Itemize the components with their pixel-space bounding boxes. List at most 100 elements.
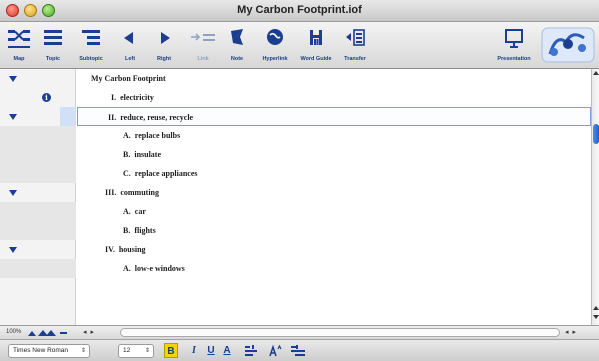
outline-topic-row[interactable]: IV. housing [77, 240, 591, 259]
toolbar-label: Subtopic [79, 56, 103, 62]
scroll-up-arrow-icon[interactable] [593, 306, 599, 310]
toolbar-left-button[interactable]: Left [116, 24, 144, 67]
hyperlink-icon [267, 29, 283, 45]
toolbar-label: Word Guide [300, 56, 332, 62]
font-size-value: 12 [123, 347, 131, 354]
toolbar-presentation-button[interactable]: Presentation [492, 24, 536, 67]
gutter-row [0, 183, 76, 202]
outline-topic-number: A. [123, 264, 131, 273]
outline-topic-text: car [134, 207, 146, 216]
outline-topic-number: C. [123, 169, 131, 178]
text-color-button[interactable]: A [222, 343, 232, 358]
font-family-select[interactable]: Times New Roman ⇕ [8, 344, 90, 358]
zoom-level[interactable]: 100% [6, 329, 21, 335]
outline-subtopic-row[interactable]: A. car [77, 202, 591, 221]
text-size-icon[interactable] [268, 344, 282, 358]
outline-topic-row[interactable]: I. electricity [77, 88, 591, 107]
gutter-row [0, 221, 76, 240]
vertical-scroll-thumb[interactable] [593, 124, 599, 144]
note-icon [231, 29, 243, 45]
toolbar-label: Link [197, 56, 209, 62]
gutter-row [0, 259, 76, 278]
outline-topic-text: housing [118, 245, 146, 254]
outline-topic-text: flights [134, 226, 156, 235]
horizontal-scrollbar[interactable] [120, 328, 560, 337]
gutter-row [0, 145, 76, 164]
outline-topic-text: reduce, reuse, recycle [120, 113, 194, 122]
chevron-updown-icon: ⇕ [80, 348, 86, 354]
word-guide-icon [310, 30, 322, 45]
collapse-triangle-icon[interactable] [9, 190, 17, 196]
format-bar: Times New Roman ⇕ 12 ⇕ B I U A [0, 339, 599, 361]
toolbar-label: Topic [45, 56, 61, 62]
outline-topic-row[interactable]: III. commuting [77, 183, 591, 202]
chevron-updown-icon: ⇕ [144, 348, 150, 354]
zoom-minus-icon[interactable] [60, 332, 67, 334]
underline-button[interactable]: U [206, 343, 216, 358]
toolbar-topic-button[interactable]: Topic [38, 24, 68, 67]
toolbar: Map Topic Subtopic Left Right Link Note … [0, 22, 599, 69]
outline-topic-number: A. [123, 207, 131, 216]
toolbar-transfer-button[interactable]: Transfer [338, 24, 372, 67]
scroll-up-arrow-icon[interactable] [593, 71, 599, 75]
toolbar-note-button[interactable]: Note [222, 24, 252, 67]
outline-gutter: i [0, 69, 76, 325]
gutter-row [0, 164, 76, 183]
outline-subtopic-row[interactable]: B. insulate [77, 145, 591, 164]
text-align-icon[interactable] [244, 344, 258, 358]
note-indicator-icon[interactable]: i [42, 93, 51, 102]
outline-topic-number: I. [111, 93, 117, 102]
toolbar-right-button[interactable]: Right [150, 24, 178, 67]
gutter-row: i [0, 88, 76, 107]
font-family-value: Times New Roman [13, 347, 69, 354]
indent-icon[interactable] [290, 344, 306, 358]
horizontal-scroll-arrows-right[interactable]: ◂ ▸ [565, 328, 577, 336]
outline-topic-row-selected[interactable]: II. reduce, reuse, recycle [77, 107, 591, 126]
outline-topic-number: B. [123, 150, 131, 159]
scroll-down-arrow-icon[interactable] [593, 315, 599, 319]
zoom-out-mountain-icon[interactable] [28, 331, 36, 336]
gutter-row [0, 107, 76, 126]
link-icon [191, 33, 215, 41]
topic-icon [44, 30, 62, 45]
outline-topic-number: B. [123, 226, 131, 235]
outline-subtopic-row[interactable]: B. flights [77, 221, 591, 240]
horizontal-scroll-arrows-left[interactable]: ◂ ▸ [83, 328, 117, 337]
outline-subtopic-row[interactable]: A. replace bulbs [77, 126, 591, 145]
toolbar-label: Left [124, 56, 136, 62]
toolbar-hyperlink-button[interactable]: Hyperlink [258, 24, 292, 67]
outline-topic-number: III. [105, 188, 117, 197]
toolbar-label: Transfer [344, 56, 366, 62]
arrow-right-icon [161, 32, 170, 44]
zoom-in-mountain-icon[interactable] [46, 330, 56, 336]
collapse-triangle-icon[interactable] [9, 114, 17, 120]
gutter-row [0, 240, 76, 259]
outline-topic-number: II. [108, 113, 117, 122]
outline-subtopic-row[interactable]: A. low-e windows [77, 259, 591, 278]
toolbar-label: Presentation [497, 56, 531, 62]
italic-button[interactable]: I [189, 343, 199, 358]
toolbar-map-button[interactable]: Map [4, 24, 34, 67]
toolbar-label: Hyperlink [262, 56, 288, 62]
title-bar: My Carbon Footprint.iof [0, 0, 599, 22]
toolbar-link-button[interactable]: Link [186, 24, 220, 67]
toolbar-word-guide-button[interactable]: Word Guide [296, 24, 336, 67]
subtopic-icon [82, 30, 100, 45]
outline-topic-text: commuting [120, 188, 160, 197]
window-title: My Carbon Footprint.iof [237, 4, 362, 16]
outline-title-row[interactable]: My Carbon Footprint [77, 69, 591, 88]
presentation-icon [505, 29, 523, 48]
collapse-triangle-icon[interactable] [9, 76, 17, 82]
outline-topic-text: low-e windows [134, 264, 185, 273]
collapse-triangle-icon[interactable] [9, 247, 17, 253]
outline-topic-text: replace appliances [134, 169, 198, 178]
outline-view[interactable]: My Carbon Footprint I. electricity II. red… [77, 69, 591, 325]
outline-subtopic-row[interactable]: C. replace appliances [77, 164, 591, 183]
font-size-select[interactable]: 12 ⇕ [118, 344, 154, 358]
toolbar-label: Note [230, 56, 244, 62]
vertical-scrollbar[interactable] [591, 69, 599, 325]
gutter-row [0, 126, 76, 145]
map-icon [8, 30, 30, 48]
bold-button[interactable]: B [164, 343, 178, 358]
toolbar-subtopic-button[interactable]: Subtopic [74, 24, 108, 67]
